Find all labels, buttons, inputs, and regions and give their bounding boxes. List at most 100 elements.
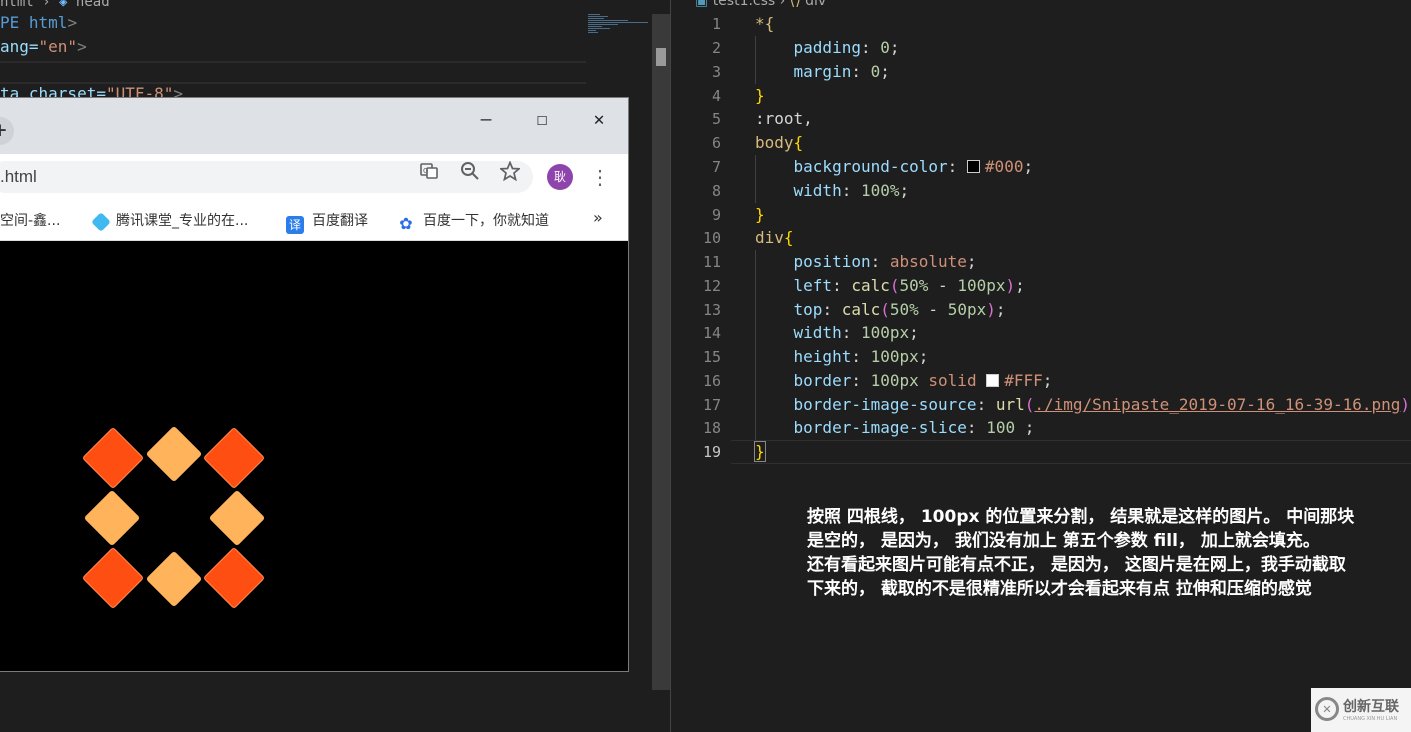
code-line[interactable]: border-image-slice: 100 ; (755, 418, 1035, 437)
code-line[interactable]: margin: 0; (755, 62, 890, 81)
code-token: border-image-slice (793, 418, 967, 437)
bookmark-label: 空间-鑫... (0, 213, 61, 229)
breadcrumb-file[interactable]: html (0, 0, 34, 10)
breadcrumb-file[interactable]: test1.css (713, 0, 776, 9)
maximize-button[interactable]: ☐ (524, 106, 560, 134)
browser-window[interactable]: + — ☐ ✕ .html G 耿 ⋮ 空间-鑫... 腾讯课堂_专业的在...… (0, 97, 629, 672)
code-token: 100px (957, 276, 1006, 295)
code-line[interactable]: padding: 0; (755, 38, 900, 57)
line-number: 8 (711, 182, 721, 200)
color-swatch[interactable] (966, 160, 980, 173)
zoom-out-icon[interactable] (455, 161, 485, 191)
bookmark-label: 百度一下，你就知道 (423, 213, 549, 229)
code-token: 100% (860, 181, 900, 200)
scrollbar-thumb[interactable] (656, 48, 666, 66)
minimap-line (588, 18, 604, 19)
more-menu-icon[interactable]: ⋮ (589, 164, 611, 190)
code-line[interactable]: top: calc(50% - 50px); (755, 300, 1006, 319)
minimap-line (588, 14, 600, 15)
code-link[interactable]: ./img/Snipaste_2019-07-16_16-39-16.png (1034, 395, 1400, 414)
line-number: 9 (711, 206, 721, 224)
code-line[interactable]: ang="en"> (0, 37, 87, 56)
minimap-line (588, 32, 598, 33)
code-token: 100px (870, 371, 919, 390)
bookmark-item[interactable]: ✿ 百度一下，你就知道 (397, 210, 549, 233)
watermark-logo: ✕ 创新互联 CHUANG XIN HU LIAN (1311, 688, 1411, 732)
code-token: url (995, 395, 1025, 414)
code-line[interactable]: div{ (755, 228, 794, 247)
bookmarks-bar: 空间-鑫... 腾讯课堂_专业的在... 译百度翻译 ✿ 百度一下，你就知道 » (0, 198, 628, 241)
code-line[interactable]: height: 100px; (755, 347, 929, 366)
browser-titlebar[interactable]: + — ☐ ✕ (0, 98, 628, 154)
code-line[interactable]: body{ (755, 133, 803, 152)
selector-icon: ⟨⟩ (789, 0, 801, 9)
code-line[interactable]: left: calc(50% - 100px); (755, 276, 1025, 295)
code-line[interactable]: PE html> (0, 13, 77, 32)
line-number: 13 (702, 301, 721, 319)
bookmark-star-icon[interactable] (495, 160, 525, 191)
code-line[interactable]: } (754, 441, 766, 462)
code-token: calc (851, 276, 890, 295)
empty-center-area (148, 486, 208, 546)
translate-icon[interactable]: G (414, 161, 444, 191)
line-number: 4 (711, 87, 721, 105)
more-bookmarks-chevron-icon[interactable]: » (593, 208, 603, 227)
code-line[interactable]: width: 100%; (755, 181, 910, 200)
explanation-note: 按照 四根线， 100px 的位置来分割， 结果就是这样的图片。 中间那块 是空… (807, 505, 1397, 601)
border-image-corner-piece (202, 546, 266, 610)
code-line[interactable]: position: absolute; (755, 252, 977, 271)
code-token: PE (0, 13, 20, 32)
close-icon: ✕ (593, 109, 605, 130)
line-number: 7 (711, 158, 721, 176)
note-line: 是空的， 是因为， 我们没有加上 第五个参数 fill， 加上就会填充。 (807, 531, 1320, 551)
css-file-icon: ▣ (695, 0, 709, 9)
address-bar[interactable]: .html (0, 161, 533, 193)
code-line[interactable]: } (755, 205, 765, 224)
line-number: 11 (702, 253, 721, 271)
code-token: > (77, 37, 87, 56)
minimize-button[interactable]: — (468, 106, 504, 134)
breadcrumb-node[interactable]: head (76, 0, 110, 10)
minimap-line (588, 16, 608, 17)
close-button[interactable]: ✕ (581, 106, 617, 134)
code-token: 100 (986, 418, 1016, 437)
code-token: height (793, 347, 852, 366)
code-line[interactable]: border: 100px solid #FFF; (755, 371, 1053, 390)
code-token: "en" (38, 37, 78, 56)
code-line[interactable]: :root, (755, 109, 813, 128)
code-line[interactable]: background-color: #000; (755, 157, 1034, 176)
border-image-corner-piece (202, 426, 266, 490)
code-token: #FFF (1004, 371, 1043, 390)
note-line: 下来的， 截取的不是很精准所以才会看起来有点 拉伸和压缩的感觉 (807, 579, 1312, 599)
code-token: border-image-source (793, 395, 977, 414)
maximize-icon: ☐ (536, 109, 548, 130)
code-line[interactable]: *{ (755, 14, 774, 33)
code-token: left (793, 276, 833, 295)
code-token: { (793, 133, 804, 152)
code-line[interactable]: } (755, 86, 765, 105)
bookmark-item[interactable]: 译百度翻译 (286, 210, 368, 234)
vertical-scrollbar[interactable] (652, 14, 670, 690)
breadcrumb-node[interactable]: div (805, 0, 826, 9)
code-line[interactable]: border-image-source: url(./img/Snipaste_… (755, 395, 1411, 414)
minimap-line (588, 24, 618, 25)
new-tab-button[interactable]: + (0, 117, 14, 145)
bookmark-item[interactable]: 空间-鑫... (0, 210, 60, 230)
baidu-paw-icon: ✿ (397, 215, 415, 233)
code-token: } (755, 205, 765, 224)
color-swatch[interactable] (986, 374, 1000, 387)
current-line-highlight (731, 440, 1411, 464)
line-number: 1 (711, 15, 721, 33)
border-image-edge-piece (145, 425, 203, 483)
code-line[interactable]: width: 100px; (755, 323, 919, 342)
address-bar-url[interactable]: .html (0, 167, 37, 187)
profile-avatar[interactable]: 耿 (547, 164, 573, 190)
right-code-editor[interactable]: ▣ test1.css › ⟨⟩ div 1 2 3 4 5 6 7 8 9 1… (671, 0, 1411, 732)
browser-toolbar: .html G (0, 154, 628, 198)
bookmark-item[interactable]: 腾讯课堂_专业的在... (91, 210, 248, 232)
code-token: top (793, 300, 823, 319)
code-token: *{ (755, 14, 775, 33)
code-token: 100px (860, 323, 910, 342)
code-token: html (28, 13, 68, 32)
line-number: 17 (702, 396, 721, 414)
